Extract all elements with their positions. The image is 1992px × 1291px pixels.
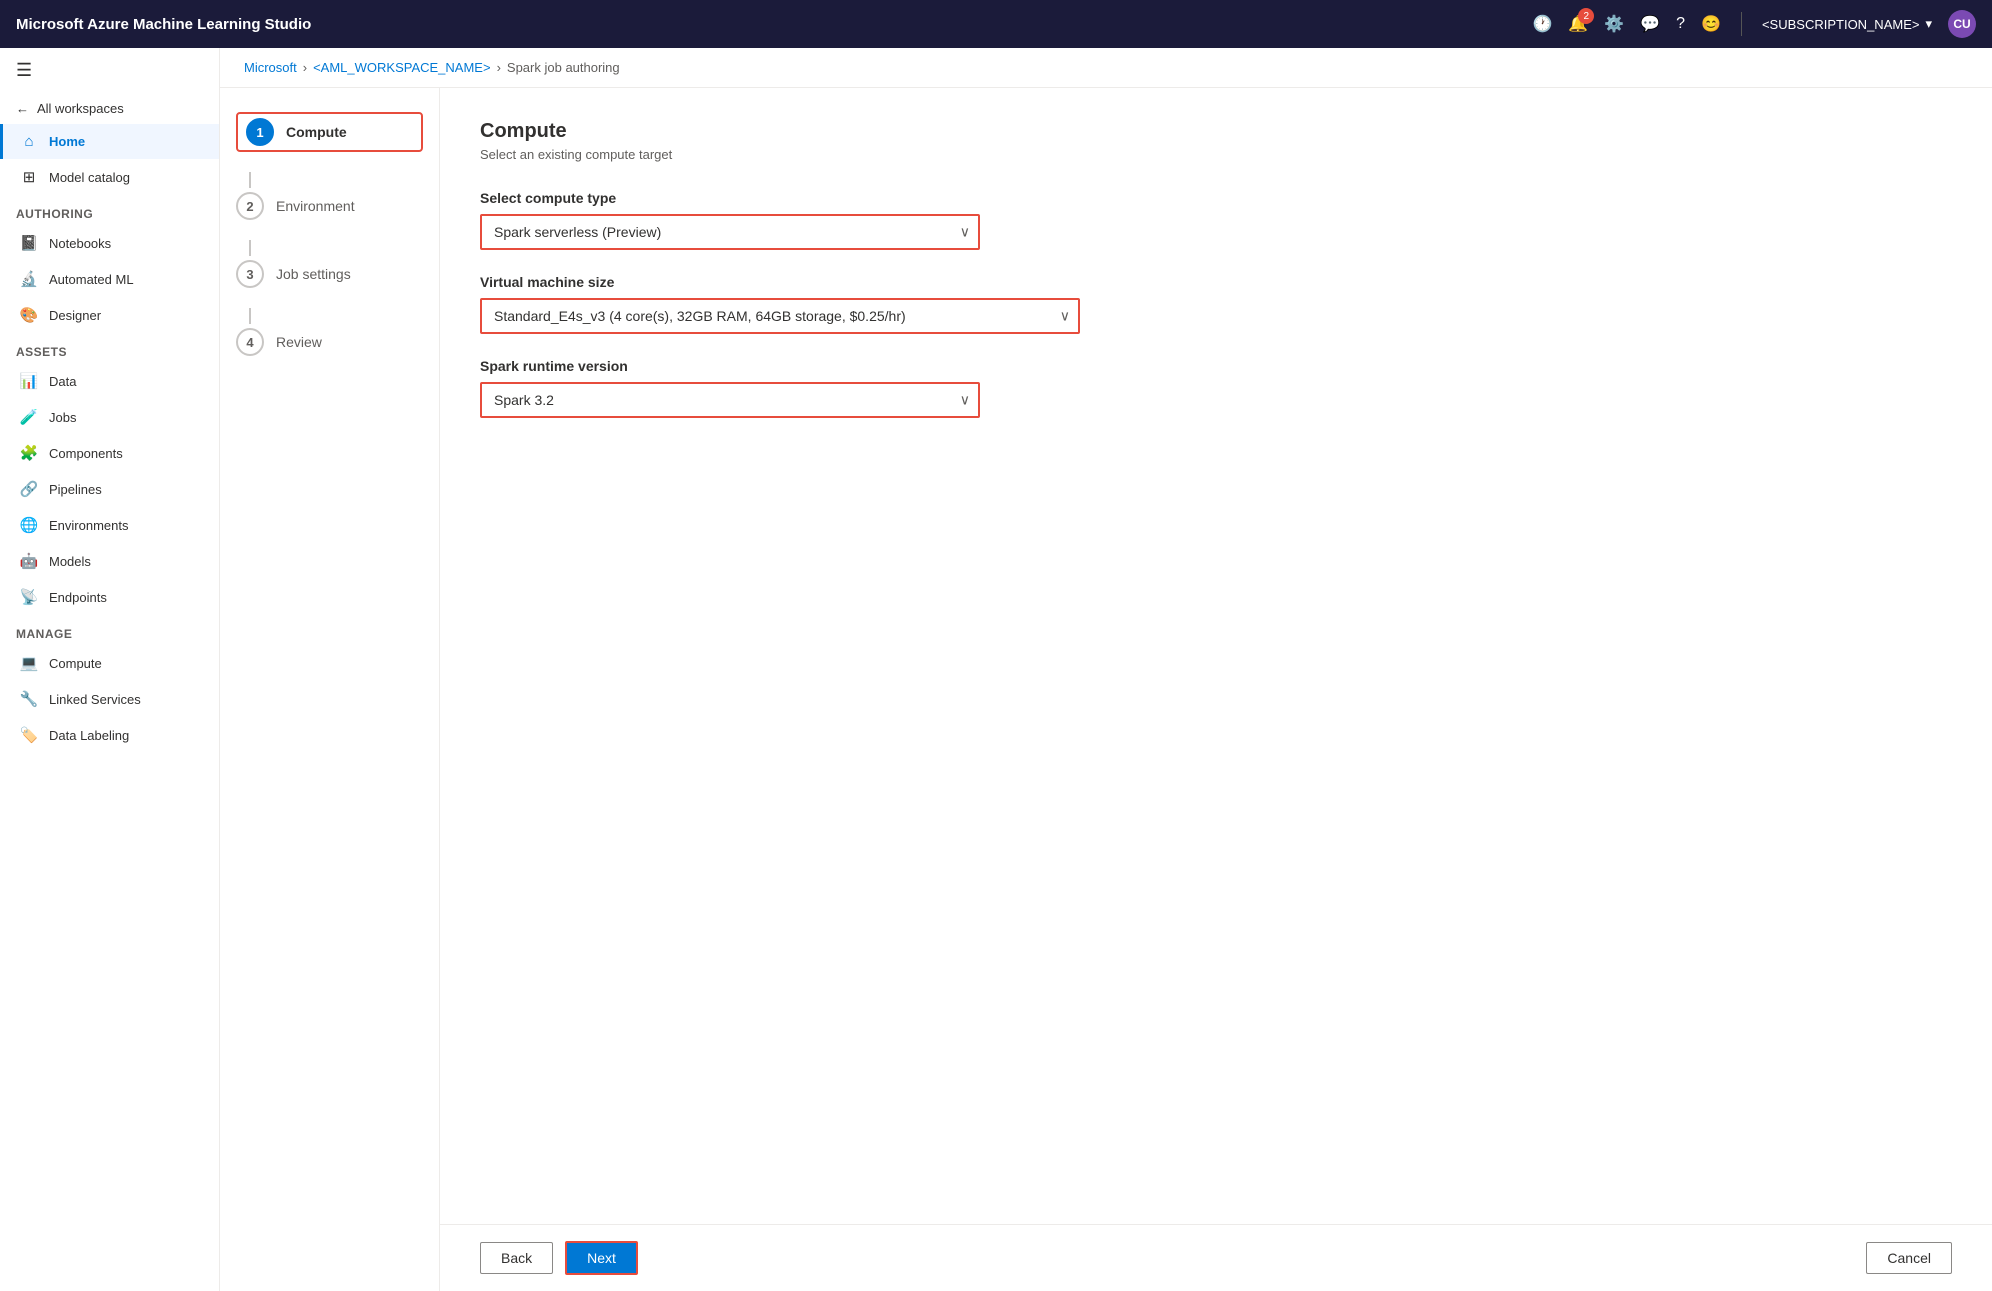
app-title: Microsoft Azure Machine Learning Studio [16, 16, 1520, 33]
settings-icon[interactable]: ⚙️ [1604, 14, 1624, 34]
endpoints-icon: 📡 [19, 588, 39, 606]
breadcrumb-microsoft[interactable]: Microsoft [244, 60, 297, 75]
avatar[interactable]: CU [1948, 10, 1976, 38]
user-icon[interactable]: 😊 [1701, 14, 1721, 34]
wizard-step-3-label: Job settings [276, 266, 351, 282]
feedback-icon[interactable]: 💬 [1640, 14, 1660, 34]
sidebar-item-environments[interactable]: 🌐 Environments [0, 507, 219, 543]
compute-type-field: Select compute type Spark serverless (Pr… [480, 190, 1952, 250]
topbar-divider [1741, 12, 1742, 36]
wizard-connector-2 [249, 240, 251, 256]
model-catalog-icon: ⊞ [19, 168, 39, 186]
breadcrumb-sep-2: › [497, 60, 501, 75]
breadcrumb-workspace[interactable]: <AML_WORKSPACE_NAME> [313, 60, 490, 75]
data-labeling-icon: 🏷️ [19, 726, 39, 744]
wizard-connector-3 [249, 308, 251, 324]
account-name[interactable]: <SUBSCRIPTION_NAME> ▾ [1762, 16, 1932, 32]
pipelines-icon: 🔗 [19, 480, 39, 498]
jobs-icon: 🧪 [19, 408, 39, 426]
section-manage: Manage [0, 615, 219, 645]
section-assets: Assets [0, 333, 219, 363]
sidebar-item-automated-ml[interactable]: 🔬 Automated ML [0, 261, 219, 297]
spark-runtime-select[interactable]: Spark 3.2 [480, 382, 980, 418]
content-area: 1 Compute 2 Environment 3 Job settings [220, 88, 1992, 1291]
sidebar-item-notebooks[interactable]: 📓 Notebooks [0, 225, 219, 261]
form-content: Compute Select an existing compute targe… [440, 88, 1992, 1224]
data-icon: 📊 [19, 372, 39, 390]
compute-type-select-wrapper: Spark serverless (Preview) ∨ [480, 214, 980, 250]
sidebar-item-designer[interactable]: 🎨 Designer [0, 297, 219, 333]
sidebar-item-data-labeling[interactable]: 🏷️ Data Labeling [0, 717, 219, 753]
bottom-bar: Back Next Cancel [440, 1224, 1992, 1291]
spark-runtime-select-wrapper: Spark 3.2 ∨ [480, 382, 980, 418]
notebooks-icon: 📓 [19, 234, 39, 252]
sidebar-item-endpoints[interactable]: 📡 Endpoints [0, 579, 219, 615]
wizard-step-1: 1 Compute [236, 112, 423, 152]
sidebar-item-home[interactable]: ⌂ Home [0, 124, 219, 159]
spark-runtime-label: Spark runtime version [480, 358, 1952, 374]
home-icon: ⌂ [19, 133, 39, 150]
wizard-step-4-label: Review [276, 334, 322, 350]
all-workspaces-link[interactable]: ← All workspaces [0, 93, 219, 124]
next-button[interactable]: Next [565, 1241, 638, 1275]
main: Microsoft › <AML_WORKSPACE_NAME> › Spark… [220, 48, 1992, 1291]
wizard-step-3-number: 3 [236, 260, 264, 288]
compute-type-select[interactable]: Spark serverless (Preview) [480, 214, 980, 250]
wizard-step-4: 4 Review [236, 328, 423, 356]
wizard-step-3: 3 Job settings [236, 260, 423, 288]
vm-size-select[interactable]: Standard_E4s_v3 (4 core(s), 32GB RAM, 64… [480, 298, 1080, 334]
wizard-step-4-number: 4 [236, 328, 264, 356]
compute-type-label: Select compute type [480, 190, 1952, 206]
wizard-connector-1 [249, 172, 251, 188]
wizard-step-2-number: 2 [236, 192, 264, 220]
sidebar-item-models[interactable]: 🤖 Models [0, 543, 219, 579]
breadcrumb-current: Spark job authoring [507, 60, 620, 75]
sidebar-item-data[interactable]: 📊 Data [0, 363, 219, 399]
vm-size-label: Virtual machine size [480, 274, 1952, 290]
section-authoring: Authoring [0, 195, 219, 225]
sidebar: ☰ ← All workspaces ⌂ Home ⊞ Model catalo… [0, 48, 220, 1291]
vm-size-field: Virtual machine size Standard_E4s_v3 (4 … [480, 274, 1952, 334]
wizard-step-1-number: 1 [246, 118, 274, 146]
help-icon[interactable]: ? [1676, 15, 1685, 33]
sidebar-item-model-catalog[interactable]: ⊞ Model catalog [0, 159, 219, 195]
back-button[interactable]: Back [480, 1242, 553, 1274]
wizard-step-1-label: Compute [286, 124, 347, 140]
sidebar-item-components[interactable]: 🧩 Components [0, 435, 219, 471]
sidebar-item-linked-services[interactable]: 🔧 Linked Services [0, 681, 219, 717]
hamburger-icon[interactable]: ☰ [0, 48, 219, 93]
models-icon: 🤖 [19, 552, 39, 570]
wizard-step-2-label: Environment [276, 198, 355, 214]
notifications-icon[interactable]: 🔔 2 [1568, 14, 1588, 34]
components-icon: 🧩 [19, 444, 39, 462]
form-area: Compute Select an existing compute targe… [440, 88, 1992, 1291]
cancel-button[interactable]: Cancel [1866, 1242, 1952, 1274]
sidebar-item-compute[interactable]: 💻 Compute [0, 645, 219, 681]
breadcrumb-sep-1: › [303, 60, 307, 75]
topbar: Microsoft Azure Machine Learning Studio … [0, 0, 1992, 48]
environments-icon: 🌐 [19, 516, 39, 534]
app-body: ☰ ← All workspaces ⌂ Home ⊞ Model catalo… [0, 48, 1992, 1291]
sidebar-item-pipelines[interactable]: 🔗 Pipelines [0, 471, 219, 507]
topbar-icons: 🕐 🔔 2 ⚙️ 💬 ? 😊 <SUBSCRIPTION_NAME> ▾ CU [1532, 10, 1976, 38]
account-chevron-icon: ▾ [1925, 16, 1932, 32]
form-title: Compute [480, 120, 1952, 143]
spark-runtime-field: Spark runtime version Spark 3.2 ∨ [480, 358, 1952, 418]
form-subtitle: Select an existing compute target [480, 147, 1952, 162]
history-icon[interactable]: 🕐 [1532, 14, 1552, 34]
wizard-step-2: 2 Environment [236, 192, 423, 220]
designer-icon: 🎨 [19, 306, 39, 324]
notification-badge: 2 [1578, 8, 1594, 24]
vm-size-select-wrapper: Standard_E4s_v3 (4 core(s), 32GB RAM, 64… [480, 298, 1080, 334]
automated-ml-icon: 🔬 [19, 270, 39, 288]
wizard-sidebar: 1 Compute 2 Environment 3 Job settings [220, 88, 440, 1291]
back-arrow-icon: ← [16, 101, 29, 116]
breadcrumb: Microsoft › <AML_WORKSPACE_NAME> › Spark… [220, 48, 1992, 88]
compute-icon: 💻 [19, 654, 39, 672]
sidebar-item-jobs[interactable]: 🧪 Jobs [0, 399, 219, 435]
linked-services-icon: 🔧 [19, 690, 39, 708]
